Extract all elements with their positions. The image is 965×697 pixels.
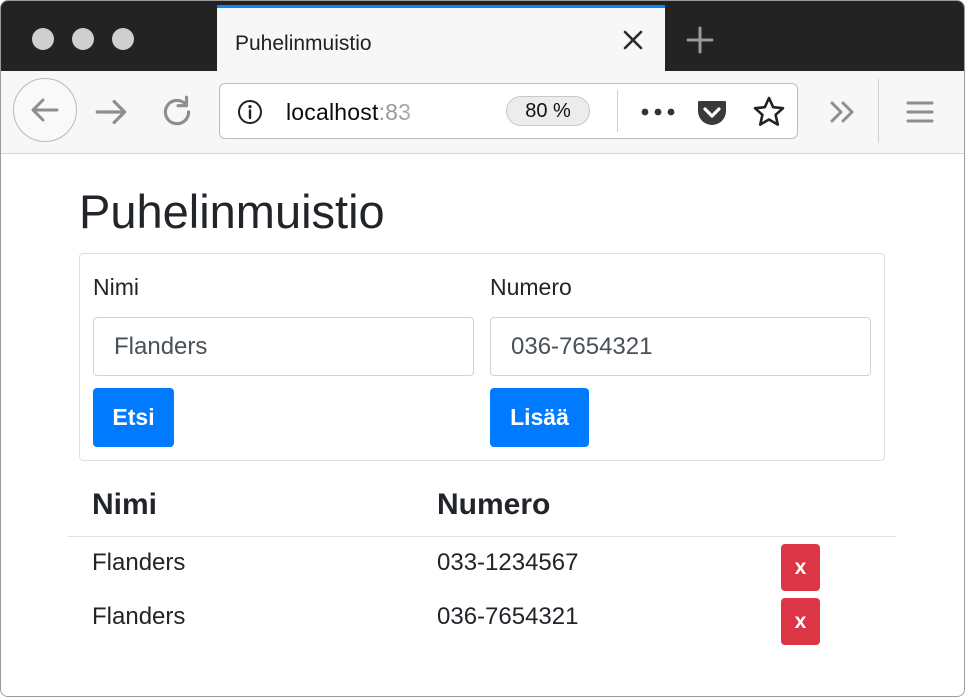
hamburger-menu-icon[interactable] [905, 97, 935, 127]
forward-button[interactable] [93, 93, 131, 131]
tab-strip: Puhelinmuistio [1, 1, 964, 71]
search-name-input[interactable] [93, 317, 474, 376]
window-minimize-dot[interactable] [72, 28, 94, 50]
bookmark-star-icon[interactable] [752, 95, 786, 129]
back-button[interactable] [13, 78, 77, 142]
search-button[interactable]: Etsi [93, 388, 174, 447]
zoom-level-badge[interactable]: 80 % [506, 96, 590, 126]
url-fade-overlay [400, 92, 440, 130]
browser-window: Puhelinmuistio localhost:83 80 % Puhelin… [0, 0, 965, 697]
add-button[interactable]: Lisää [490, 388, 589, 447]
row-number-cell: 033-1234567 [437, 549, 579, 576]
add-number-label: Numero [490, 274, 572, 300]
pocket-icon[interactable] [696, 96, 728, 128]
site-info-icon[interactable] [237, 99, 263, 125]
table-header-number: Numero [437, 488, 551, 521]
row-name-cell: Flanders [92, 603, 186, 630]
delete-row-button[interactable]: x [781, 598, 820, 645]
address-bar-divider [617, 90, 618, 132]
address-bar[interactable]: localhost:83 80 % [219, 83, 798, 139]
url-host: localhost [286, 99, 379, 125]
row-name-cell: Flanders [92, 549, 186, 576]
browser-tab[interactable]: Puhelinmuistio [217, 5, 665, 71]
forward-arrow-icon [95, 99, 127, 125]
page-title: Puhelinmuistio [79, 185, 385, 238]
back-arrow-icon [31, 98, 59, 122]
reload-button[interactable] [158, 93, 196, 131]
close-tab-icon[interactable] [621, 28, 645, 52]
window-close-dot[interactable] [32, 28, 54, 50]
reload-icon [163, 95, 191, 126]
page-content: Puhelinmuistio Nimi Etsi Numero Lisää Ni… [1, 154, 964, 696]
row-number-cell: 036-7654321 [437, 603, 579, 630]
toolbar-divider [878, 79, 879, 143]
window-zoom-dot[interactable] [112, 28, 134, 50]
delete-row-button[interactable]: x [781, 544, 820, 591]
table-header-name: Nimi [92, 488, 158, 521]
table-header-divider [68, 536, 896, 537]
page-actions-more-icon[interactable] [638, 100, 678, 124]
new-tab-icon[interactable] [685, 25, 715, 55]
form-card: Nimi Etsi Numero Lisää [79, 253, 885, 461]
overflow-chevrons-icon[interactable] [827, 97, 859, 127]
tab-title: Puhelinmuistio [235, 32, 372, 55]
nav-toolbar: localhost:83 80 % [1, 71, 964, 154]
add-number-input[interactable] [490, 317, 871, 376]
search-name-label: Nimi [93, 274, 139, 300]
